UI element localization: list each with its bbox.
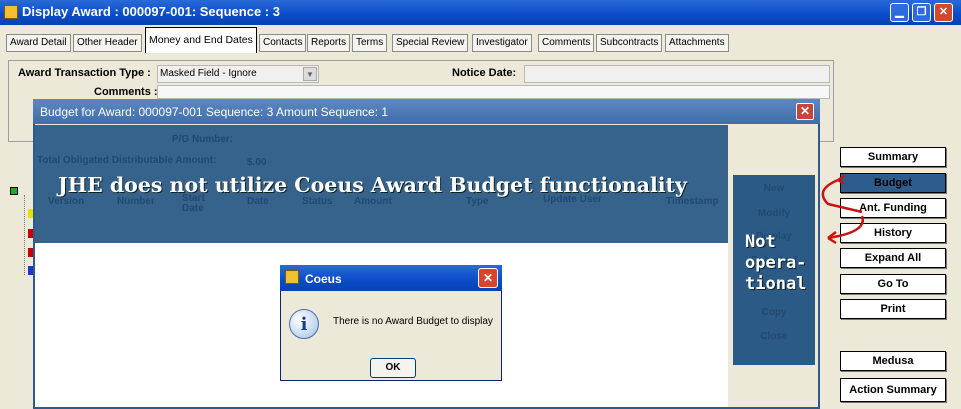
budget-dialog-title: Budget for Award: 000097-001 Sequence: 3… [40, 105, 389, 119]
annotation-arrows [821, 174, 865, 245]
column-header-start-date: Start Date [182, 193, 205, 214]
arrow-to-budget [821, 178, 863, 214]
message-dialog-title: Coeus [305, 272, 342, 286]
column-header-timestamp: Timestamp [666, 196, 719, 207]
close-icon[interactable]: ✕ [796, 103, 814, 120]
annotation-main-text: JHE does not utilize Coeus Award Budget … [58, 173, 687, 197]
action-summary-button[interactable]: Action Summary [840, 378, 946, 402]
go-to-button[interactable]: Go To [840, 274, 946, 294]
app-icon [285, 270, 299, 284]
annotation-side-line: opera- [745, 253, 807, 273]
tab-special-review[interactable]: Special Review [392, 34, 469, 52]
transaction-type-value: Masked Field - Ignore [160, 68, 257, 79]
pg-number-label: P/G Number: [172, 134, 234, 145]
tab-comments[interactable]: Comments [538, 34, 595, 52]
column-header-status: Status [302, 196, 333, 207]
new-button[interactable]: New [739, 180, 809, 198]
chevron-down-icon[interactable]: ▼ [303, 67, 317, 81]
column-header-type: Type [466, 196, 489, 207]
tab-terms[interactable]: Terms [352, 34, 388, 52]
transaction-type-label: Award Transaction Type : [18, 67, 151, 79]
tab-reports[interactable]: Reports [307, 34, 351, 52]
comments-label: Comments : [94, 86, 158, 98]
column-header-number: Number [117, 196, 155, 207]
total-amount-label: Total Obligated Distributable Amount: [37, 155, 217, 166]
notice-date-label: Notice Date: [452, 67, 517, 79]
ok-button[interactable]: OK [370, 358, 416, 378]
info-icon: i [289, 309, 319, 339]
window-title: Display Award : 000097-001: Sequence : 3 [22, 4, 280, 19]
restore-icon[interactable]: ❐ [912, 3, 931, 22]
annotation-side-line: tional [745, 274, 807, 294]
expand-all-button[interactable]: Expand All [840, 248, 946, 268]
tab-other-header[interactable]: Other Header [73, 34, 142, 52]
notice-date-field[interactable] [524, 65, 830, 83]
tree-line [24, 195, 25, 275]
copy-button[interactable]: Copy [739, 304, 809, 322]
app-icon [4, 5, 18, 19]
close-button[interactable]: Close [739, 328, 809, 346]
column-header-date: Date [247, 196, 269, 207]
column-header-version: Version [48, 196, 85, 207]
tab-contacts[interactable]: Contacts [259, 34, 307, 52]
message-text: There is no Award Budget to display [333, 316, 493, 327]
transaction-type-select[interactable]: Masked Field - Ignore ▼ [157, 65, 319, 83]
close-icon[interactable]: ✕ [934, 3, 953, 22]
print-button[interactable]: Print [840, 299, 946, 319]
medusa-button[interactable]: Medusa [840, 351, 946, 371]
total-amount-value: $.00 [247, 157, 267, 168]
summary-button[interactable]: Summary [840, 147, 946, 167]
close-icon[interactable]: ✕ [478, 268, 498, 288]
arrow-head [837, 174, 845, 186]
tree-node-icon[interactable] [10, 187, 18, 195]
tab-money-and-end-dates[interactable]: Money and End Dates [145, 27, 257, 53]
column-header-amount: Amount [354, 196, 392, 207]
minimize-icon[interactable]: ▁ [890, 3, 909, 22]
tab-subcontracts[interactable]: Subcontracts [596, 34, 663, 52]
tab-attachments[interactable]: Attachments [665, 34, 729, 52]
tab-investigator[interactable]: Investigator [472, 34, 532, 52]
tab-award-detail[interactable]: Award Detail [6, 34, 71, 52]
comments-field[interactable] [157, 85, 830, 99]
modify-button[interactable]: Modify [739, 205, 809, 223]
